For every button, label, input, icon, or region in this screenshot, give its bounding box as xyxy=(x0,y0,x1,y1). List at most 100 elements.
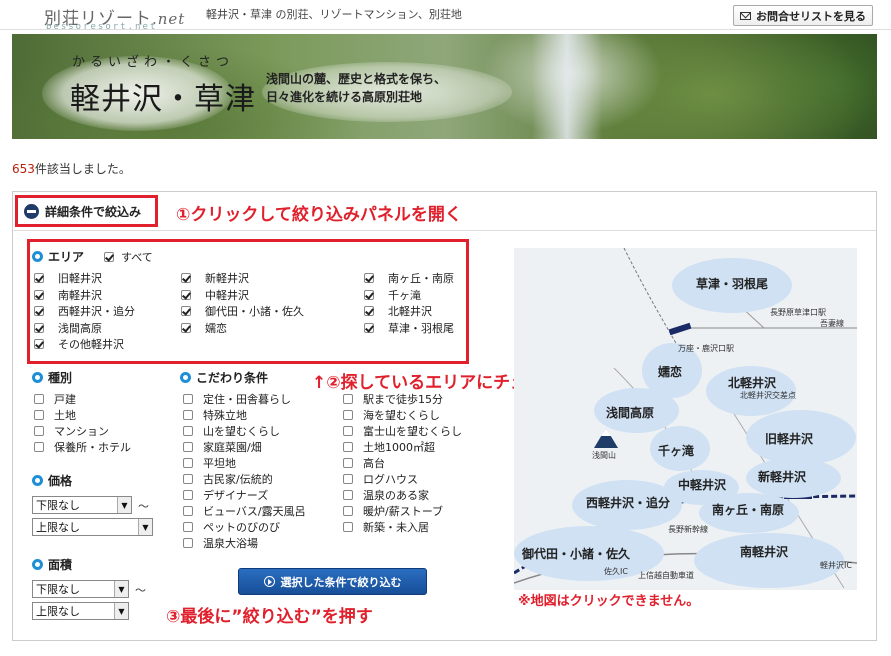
checkbox-icon xyxy=(364,273,374,283)
area-checkbox[interactable]: 中軽井沢 xyxy=(181,287,249,303)
panel-divider xyxy=(13,230,876,231)
type-heading: 種別 xyxy=(32,369,72,386)
checkbox-icon xyxy=(183,538,193,548)
price-min-select[interactable]: 下限なし ▼ xyxy=(32,496,132,514)
feature-checkbox[interactable]: 山を望むくらし xyxy=(183,423,280,439)
feature-checkbox[interactable]: 家庭菜園/畑 xyxy=(183,439,262,455)
checkbox-icon xyxy=(34,394,44,404)
chevron-down-icon: ▼ xyxy=(114,603,128,619)
area-checkbox[interactable]: 御代田・小諸・佐久 xyxy=(181,303,304,319)
feature-checkbox[interactable]: 平坦地 xyxy=(183,455,236,471)
map-note: ※地図はクリックできません。 xyxy=(518,594,700,609)
apply-filter-button[interactable]: 選択した条件で絞り込む xyxy=(238,568,427,595)
site-tagline: 軽井沢・草津 の別荘、リゾートマンション、別荘地 xyxy=(206,8,462,21)
detail-filter-toggle[interactable]: 詳細条件で絞込み xyxy=(15,195,158,227)
checkbox-icon xyxy=(343,474,353,484)
features-heading: こだわり条件 xyxy=(180,369,268,386)
type-checkbox[interactable]: 戸建 xyxy=(34,391,76,407)
area-checkbox[interactable]: 嬬恋 xyxy=(181,320,227,336)
map-zone-label: 新軽井沢 xyxy=(758,470,807,484)
map-label: 万座・鹿沢口駅 xyxy=(678,344,734,353)
area-heading: エリア xyxy=(32,248,84,265)
feature-checkbox[interactable]: 温泉大浴場 xyxy=(183,535,258,551)
checkbox-icon xyxy=(34,273,44,283)
area-title: 軽井沢・草津 xyxy=(70,82,256,117)
checkbox-icon xyxy=(34,323,44,333)
annotation-press-submit: ③最後に”絞り込む”を押す xyxy=(166,607,373,627)
area-checkbox[interactable]: 千ヶ滝 xyxy=(364,287,421,303)
checkbox-icon xyxy=(343,426,353,436)
checkbox-icon xyxy=(183,522,193,532)
size-min-select[interactable]: 下限なし ▼ xyxy=(32,580,129,598)
checkbox-icon xyxy=(181,273,191,283)
mail-icon xyxy=(740,11,751,20)
price-max-select[interactable]: 上限なし ▼ xyxy=(32,518,153,536)
checkbox-icon xyxy=(343,442,353,452)
chevron-down-icon: ▼ xyxy=(117,497,131,513)
area-checkbox[interactable]: 北軽井沢 xyxy=(364,303,432,319)
map-zone-label: 嬬恋 xyxy=(658,365,683,379)
feature-checkbox[interactable]: 新築・未入居 xyxy=(343,519,429,535)
inquiry-list-button[interactable]: お問合せリストを見る xyxy=(733,5,873,26)
area-banner: かるいざわ・くさつ 軽井沢・草津 浅間山の麓、歴史と格式を保ち、 日々進化を続け… xyxy=(12,34,877,139)
map-label: 長野新幹線 xyxy=(668,525,708,534)
checkbox-icon xyxy=(343,394,353,404)
feature-checkbox[interactable]: デザイナーズ xyxy=(183,487,268,503)
feature-checkbox[interactable]: 高台 xyxy=(343,455,385,471)
feature-checkbox[interactable]: 駅まで徒歩15分 xyxy=(343,391,443,407)
map-zone-label: 中軽井沢 xyxy=(678,478,727,492)
type-checkbox[interactable]: 保養所・ホテル xyxy=(34,439,131,455)
feature-checkbox[interactable]: 富士山を望むくらし xyxy=(343,423,462,439)
checkbox-icon xyxy=(183,442,193,452)
chevron-down-icon: ▼ xyxy=(138,519,152,535)
area-all-checkbox[interactable]: すべて xyxy=(104,249,153,265)
price-tilde: ～ xyxy=(138,500,149,513)
checkbox-icon xyxy=(34,306,44,316)
map-label: 佐久IC xyxy=(604,567,628,576)
map-label: 上信越自動車道 xyxy=(638,571,694,580)
checkbox-icon xyxy=(343,410,353,420)
feature-checkbox[interactable]: 古民家/伝統的 xyxy=(183,471,273,487)
bullet-icon xyxy=(180,372,191,383)
annotation-open-panel: ①クリックして絞り込みパネルを開く xyxy=(176,205,462,225)
map-label: 軽井沢IC xyxy=(820,561,852,570)
area-checkbox[interactable]: その他軽井沢 xyxy=(34,336,124,352)
checkbox-icon xyxy=(181,323,191,333)
area-checkbox[interactable]: 西軽井沢・追分 xyxy=(34,303,135,319)
feature-checkbox[interactable]: 暖炉/薪ストーブ xyxy=(343,503,443,519)
area-title-ruby: かるいざわ・くさつ xyxy=(72,55,235,70)
map-zone-label: 旧軽井沢 xyxy=(765,432,814,446)
feature-checkbox[interactable]: 海を望むくらし xyxy=(343,407,440,423)
area-checkbox[interactable]: 南ヶ丘・南原 xyxy=(364,270,454,286)
feature-checkbox[interactable]: ログハウス xyxy=(343,471,418,487)
feature-checkbox[interactable]: 定住・田舎暮らし xyxy=(183,391,291,407)
checkbox-icon xyxy=(34,339,44,349)
map-label: 北軽井沢交差点 xyxy=(740,391,796,400)
size-tilde: ～ xyxy=(135,584,146,597)
arrow-right-icon xyxy=(263,576,275,587)
checkbox-icon xyxy=(343,506,353,516)
area-checkbox[interactable]: 南軽井沢 xyxy=(34,287,102,303)
map-zone-label: 西軽井沢・追分 xyxy=(586,496,671,510)
map-zone-label: 北軽井沢 xyxy=(728,376,777,390)
area-checkbox[interactable]: 新軽井沢 xyxy=(181,270,249,286)
map-zone-label: 南軽井沢 xyxy=(740,545,789,559)
checkbox-icon xyxy=(183,474,193,484)
feature-checkbox[interactable]: 土地1000㎡超 xyxy=(343,439,435,455)
feature-checkbox[interactable]: ビューバス/露天風呂 xyxy=(183,503,306,519)
area-checkbox[interactable]: 草津・羽根尾 xyxy=(364,320,454,336)
checkbox-icon xyxy=(34,426,44,436)
type-checkbox[interactable]: 土地 xyxy=(34,407,76,423)
area-checkbox[interactable]: 浅間高原 xyxy=(34,320,102,336)
size-max-select[interactable]: 上限なし ▼ xyxy=(32,602,129,620)
checkbox-icon xyxy=(34,442,44,452)
checkbox-icon xyxy=(183,410,193,420)
feature-checkbox[interactable]: ペットのびのび xyxy=(183,519,280,535)
checkbox-icon xyxy=(343,490,353,500)
type-checkbox[interactable]: マンション xyxy=(34,423,109,439)
logo-subtitle: bessoresort.net xyxy=(46,22,158,32)
area-checkbox[interactable]: 旧軽井沢 xyxy=(34,270,102,286)
checkbox-icon xyxy=(104,252,114,262)
feature-checkbox[interactable]: 特殊立地 xyxy=(183,407,247,423)
feature-checkbox[interactable]: 温泉のある家 xyxy=(343,487,429,503)
